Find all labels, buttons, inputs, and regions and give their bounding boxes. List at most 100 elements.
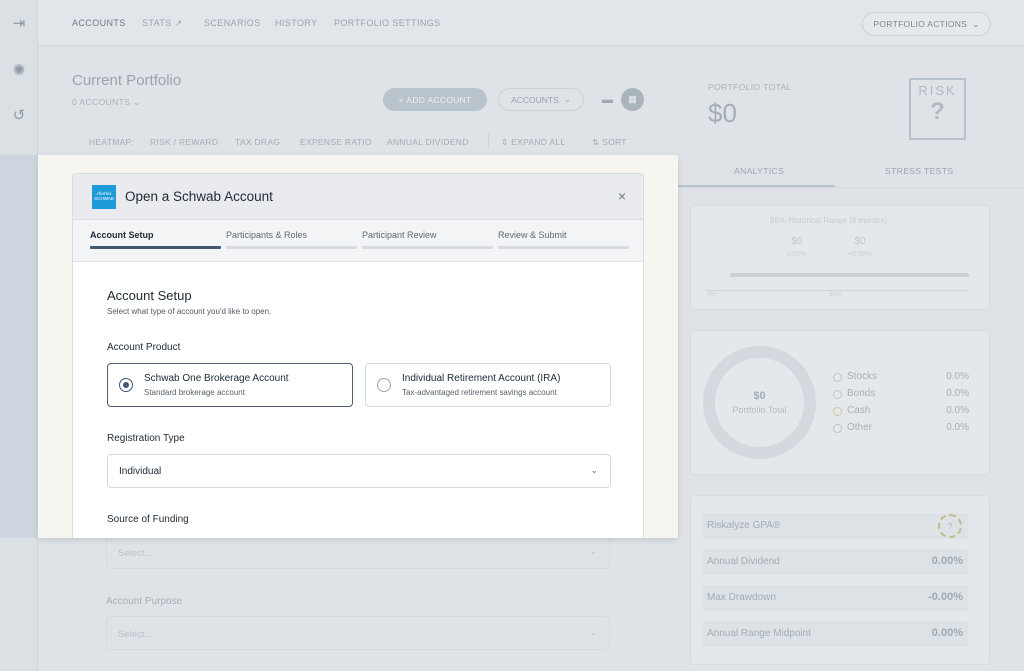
- metric-value: 0.00%: [931, 627, 963, 639]
- divider: [488, 133, 489, 149]
- purpose-select[interactable]: Select... ⌄: [106, 616, 610, 650]
- chevron-down-icon: ⌄: [972, 18, 980, 29]
- risk-value: ?: [930, 98, 945, 125]
- range-low-pct: 0.00%: [787, 251, 807, 258]
- allocation-other: Other 0.0%: [833, 422, 969, 436]
- purpose-placeholder: Select...: [118, 629, 153, 640]
- radio-unselected[interactable]: [377, 378, 391, 392]
- close-icon[interactable]: ×: [613, 187, 631, 205]
- allocation-stocks: Stocks 0.0%: [833, 371, 969, 385]
- purpose-label: Account Purpose: [106, 596, 183, 607]
- tab-stats[interactable]: STATS ↗: [142, 18, 183, 29]
- portfolio-total-label: PORTFOLIO TOTAL: [708, 82, 792, 92]
- accounts-dropdown-label: ACCOUNTS: [511, 94, 559, 105]
- chevron-down-icon: ⌄: [133, 97, 141, 107]
- other-dot: [833, 424, 842, 433]
- allocation-donut: [703, 346, 816, 459]
- chevron-down-icon: ⌄: [590, 465, 598, 475]
- range-high-value: $0: [854, 236, 866, 247]
- funding-select[interactable]: Select... ⌄: [106, 535, 610, 569]
- metric-label: Max Drawdown: [707, 592, 776, 603]
- step-progress: Account Setup Participants & Roles Parti…: [73, 220, 643, 262]
- step-participants-roles[interactable]: Participants & Roles: [226, 230, 357, 249]
- expand-icon: ⇕: [501, 137, 509, 147]
- step-bar: [362, 246, 493, 249]
- tab-history[interactable]: HISTORY: [275, 18, 317, 28]
- range-low-value: $0: [791, 236, 803, 247]
- plus-icon: +: [398, 94, 407, 105]
- metric-label: Annual Dividend: [707, 556, 780, 567]
- list-view-icon[interactable]: ▬: [602, 94, 613, 106]
- sort-button[interactable]: ⇅ SORT: [592, 137, 627, 148]
- account-count-label: 0 ACCOUNTS: [72, 97, 131, 107]
- tab-portfolio-settings[interactable]: PORTFOLIO SETTINGS: [334, 18, 441, 28]
- sort-icon: ⇅: [592, 137, 600, 147]
- risk-badge[interactable]: RISK ?: [909, 78, 966, 140]
- page-title: Current Portfolio: [72, 72, 182, 89]
- allocation-pct: 0.0%: [946, 388, 969, 399]
- step-bar: [498, 246, 629, 249]
- analytics-tabs: ANALYTICS STRESS TESTS: [678, 158, 1024, 188]
- rail-overlay: [0, 155, 38, 538]
- step-label: Participants & Roles: [226, 230, 308, 240]
- bonds-dot: [833, 390, 842, 399]
- option-subtitle: Standard brokerage account: [144, 388, 245, 397]
- allocation-pct: 0.0%: [946, 405, 969, 416]
- gpa-badge[interactable]: ?: [938, 514, 962, 538]
- allocation-name: Bonds: [847, 388, 876, 399]
- option-title: Schwab One Brokerage Account: [144, 373, 289, 384]
- heatmap-annual-dividend[interactable]: ANNUAL DIVIDEND: [387, 137, 469, 147]
- metric-value: 0.00%: [931, 555, 963, 567]
- account-product-label: Account Product: [107, 342, 181, 353]
- step-participant-review[interactable]: Participant Review: [362, 230, 493, 249]
- add-account-button[interactable]: + ADD ACCOUNT: [383, 88, 487, 111]
- option-ira[interactable]: Individual Retirement Account (IRA) Tax-…: [365, 363, 611, 407]
- grid-view-icon[interactable]: ▦: [621, 88, 644, 111]
- allocation-pct: 0.0%: [946, 371, 969, 382]
- option-title: Individual Retirement Account (IRA): [402, 373, 561, 384]
- step-label: Account Setup: [90, 230, 154, 240]
- heatmap-tax-drag[interactable]: TAX DRAG: [235, 137, 280, 147]
- active-tab-indicator: [678, 185, 835, 187]
- allocation-name: Cash: [847, 405, 871, 416]
- external-link-icon: ↗: [174, 18, 183, 28]
- donut-label: Portfolio Total: [732, 405, 787, 415]
- heatmap-expense-ratio[interactable]: EXPENSE RATIO: [300, 137, 372, 147]
- option-subtitle: Tax-advantaged retirement savings accoun…: [402, 388, 557, 397]
- allocation-bonds: Bonds 0.0%: [833, 388, 969, 402]
- tab-stress-tests[interactable]: STRESS TESTS: [885, 166, 953, 176]
- schwab-logo: charles SCHWAB: [92, 185, 116, 209]
- collapse-sidebar-icon[interactable]: ⇥: [9, 13, 29, 33]
- radio-selected[interactable]: [119, 378, 133, 392]
- expand-all-button[interactable]: ⇕ EXPAND ALL: [501, 137, 565, 148]
- portfolio-actions-button[interactable]: PORTFOLIO ACTIONS ⌄: [862, 12, 991, 36]
- metric-label: Riskalyze GPA®: [707, 520, 781, 531]
- metric-value: -0.00%: [928, 591, 963, 603]
- range-scale-mid: 50%: [829, 292, 842, 298]
- cash-dot: [833, 407, 842, 416]
- step-label: Participant Review: [362, 230, 437, 240]
- step-label: Review & Submit: [498, 230, 567, 240]
- accounts-dropdown[interactable]: ACCOUNTS ⌄: [498, 88, 584, 111]
- registration-type-select[interactable]: Individual ⌄: [107, 454, 611, 488]
- gear-icon[interactable]: ✺: [9, 60, 29, 80]
- allocation-cash: Cash 0.0%: [833, 405, 969, 419]
- metric-gpa: Riskalyze GPA®?: [702, 513, 968, 539]
- tab-accounts[interactable]: ACCOUNTS: [72, 18, 126, 28]
- registration-type-value: Individual: [119, 466, 162, 477]
- tab-analytics[interactable]: ANALYTICS: [734, 166, 784, 176]
- heatmap-risk-reward[interactable]: RISK / REWARD: [150, 137, 218, 147]
- heatmap-label: HEATMAP:: [89, 137, 135, 147]
- risk-label: RISK: [918, 83, 957, 98]
- add-account-label: ADD ACCOUNT: [406, 94, 472, 105]
- metric-annual-range-midpoint: Annual Range Midpoint 0.00%: [702, 621, 968, 647]
- chevron-down-icon: ⌄: [589, 546, 597, 556]
- portfolio-actions-label: PORTFOLIO ACTIONS: [873, 19, 968, 29]
- history-icon[interactable]: ↺: [9, 105, 29, 125]
- step-account-setup[interactable]: Account Setup: [90, 230, 221, 249]
- tab-scenarios[interactable]: SCENARIOS: [204, 18, 261, 28]
- range-scale-left: 0%: [708, 292, 717, 298]
- step-review-submit[interactable]: Review & Submit: [498, 230, 629, 249]
- option-schwab-one-brokerage[interactable]: Schwab One Brokerage Account Standard br…: [107, 363, 353, 407]
- account-count[interactable]: 0 ACCOUNTS ⌄: [72, 97, 141, 108]
